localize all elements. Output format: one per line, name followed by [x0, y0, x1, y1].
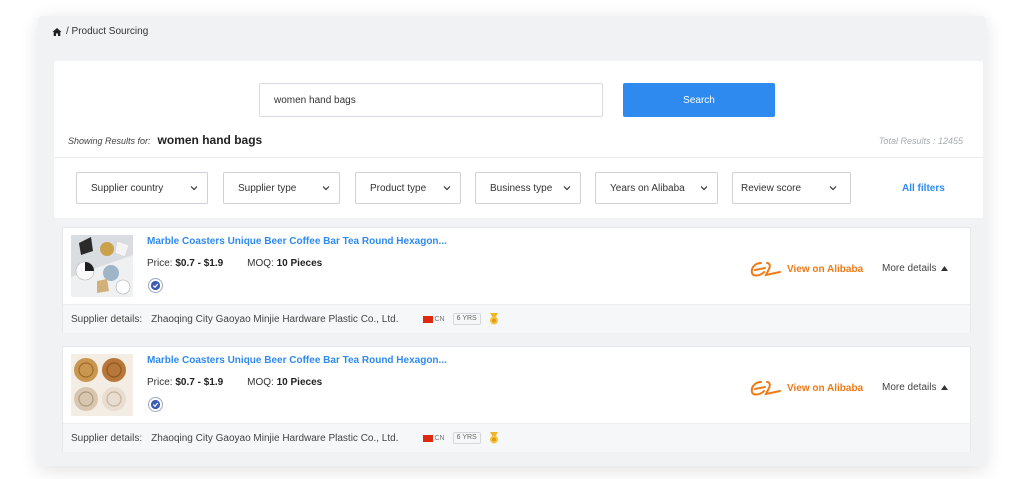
- product-thumbnail[interactable]: [71, 235, 133, 297]
- breadcrumb-path[interactable]: / Product Sourcing: [66, 26, 148, 37]
- showing-results-label: Showing Results for:: [68, 136, 151, 146]
- price: Price: $0.7 - $1.9: [147, 377, 223, 388]
- chevron-down-icon: [322, 186, 330, 191]
- price-value: $0.7 - $1.9: [175, 258, 224, 269]
- china-flag-icon: [422, 434, 433, 442]
- country-code: CN: [434, 315, 445, 323]
- chevron-down-icon: [190, 186, 198, 191]
- price: Price: $0.7 - $1.9: [147, 258, 223, 269]
- view-on-alibaba-label: View on Alibaba: [787, 263, 864, 275]
- all-filters-link[interactable]: All filters: [902, 183, 945, 194]
- supplier-name[interactable]: Zhaoqing City Gaoyao Minjie Hardware Pla…: [151, 314, 398, 325]
- years-badge: 6 YRS: [452, 432, 481, 444]
- filter-business-type[interactable]: Business type: [475, 172, 581, 204]
- gold-supplier-medal-icon: [489, 313, 498, 325]
- supplier-details: Supplier details: Zhaoqing City Gaoyao M…: [63, 304, 970, 333]
- moq: MOQ: 10 Pieces: [247, 377, 322, 388]
- more-details-label: More details: [882, 263, 937, 274]
- supplier-details-label: Supplier details:: [71, 432, 143, 444]
- product-title-link[interactable]: Marble Coasters Unique Beer Coffee Bar T…: [147, 355, 447, 366]
- filter-years-on-alibaba[interactable]: Years on Alibaba: [595, 172, 718, 204]
- supplier-name[interactable]: Zhaoqing City Gaoyao Minjie Hardware Pla…: [151, 433, 398, 444]
- caret-up-icon: [941, 385, 949, 390]
- years-badge: 6 YRS: [452, 313, 481, 325]
- price-label: Price:: [147, 377, 173, 388]
- moq-label: MOQ:: [247, 377, 274, 388]
- filter-review-score[interactable]: Review score: [732, 172, 851, 204]
- product-meta: Price: $0.7 - $1.9 MOQ: 10 Pieces: [147, 258, 322, 269]
- price-label: Price:: [147, 258, 173, 269]
- view-on-alibaba-link[interactable]: View on Alibaba: [749, 378, 863, 398]
- gold-supplier-medal-icon: [489, 432, 498, 444]
- price-value: $0.7 - $1.9: [175, 377, 224, 388]
- more-details-toggle[interactable]: More details: [882, 263, 949, 274]
- filter-label: Supplier type: [238, 182, 297, 194]
- breadcrumb: / Product Sourcing: [52, 26, 148, 37]
- country-code: CN: [434, 434, 445, 442]
- alibaba-logo-icon: [750, 262, 781, 277]
- product-title-link[interactable]: Marble Coasters Unique Beer Coffee Bar T…: [147, 236, 447, 247]
- china-flag-icon: [422, 315, 433, 323]
- product-card: Marble Coasters Unique Beer Coffee Bar T…: [62, 346, 971, 452]
- divider: [54, 157, 983, 158]
- alibaba-logo-icon: [750, 381, 781, 396]
- product-card: Marble Coasters Unique Beer Coffee Bar T…: [62, 227, 971, 333]
- app-window: / Product Sourcing Search Showing Result…: [38, 16, 986, 466]
- search-button[interactable]: Search: [623, 83, 775, 117]
- filter-product-type[interactable]: Product type: [355, 172, 461, 204]
- filter-label: Years on Alibaba: [610, 182, 685, 194]
- chevron-down-icon: [700, 186, 708, 191]
- search-input[interactable]: [259, 83, 603, 117]
- moq-value: 10 Pieces: [276, 377, 323, 388]
- chevron-down-icon: [443, 186, 451, 191]
- product-thumbnail[interactable]: [71, 354, 133, 416]
- total-results: Total Results : 12455: [878, 136, 963, 146]
- more-details-toggle[interactable]: More details: [882, 382, 949, 393]
- verified-badge-icon: [148, 278, 163, 293]
- chevron-down-icon: [829, 186, 837, 191]
- home-icon[interactable]: [52, 27, 62, 37]
- filter-label: Supplier country: [91, 182, 164, 194]
- filter-supplier-type[interactable]: Supplier type: [223, 172, 340, 204]
- results-query: women hand bags: [157, 133, 263, 147]
- verified-badge-icon: [148, 397, 163, 412]
- search-panel: Search Showing Results for: women hand b…: [54, 61, 983, 218]
- supplier-details: Supplier details: Zhaoqing City Gaoyao M…: [63, 423, 970, 452]
- more-details-label: More details: [882, 382, 937, 393]
- filter-label: Business type: [490, 182, 553, 194]
- supplier-details-label: Supplier details:: [71, 313, 143, 325]
- chevron-down-icon: [563, 186, 571, 191]
- moq-value: 10 Pieces: [276, 258, 323, 269]
- country-flag: CN: [422, 434, 445, 442]
- caret-up-icon: [941, 266, 949, 271]
- filter-label: Review score: [741, 182, 802, 194]
- country-flag: CN: [422, 315, 445, 323]
- results-summary: Showing Results for: women hand bags: [68, 133, 262, 147]
- filter-label: Product type: [370, 182, 427, 194]
- moq: MOQ: 10 Pieces: [247, 258, 322, 269]
- view-on-alibaba-link[interactable]: View on Alibaba: [749, 259, 863, 279]
- filter-supplier-country[interactable]: Supplier country: [76, 172, 208, 204]
- product-meta: Price: $0.7 - $1.9 MOQ: 10 Pieces: [147, 377, 322, 388]
- view-on-alibaba-label: View on Alibaba: [787, 382, 864, 394]
- moq-label: MOQ:: [247, 258, 274, 269]
